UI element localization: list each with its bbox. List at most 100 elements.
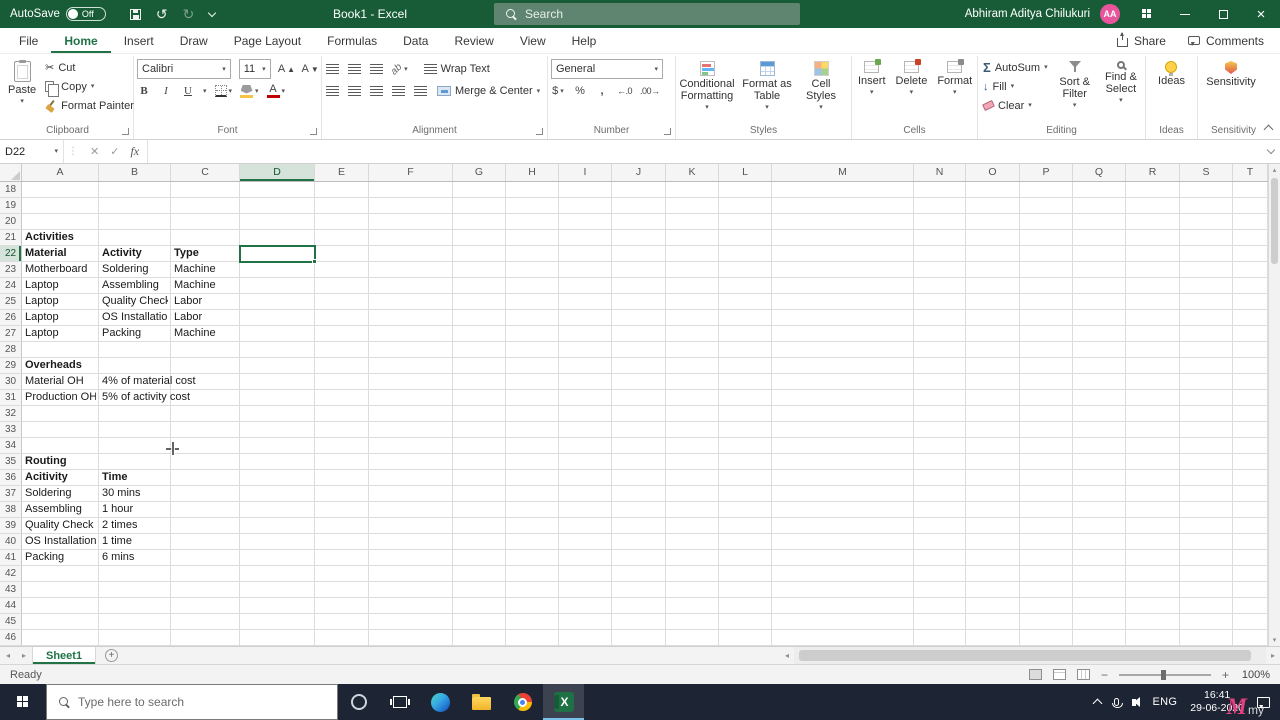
cell-K42[interactable]	[666, 566, 719, 582]
cell-D18[interactable]	[240, 182, 315, 198]
tab-page-layout[interactable]: Page Layout	[221, 28, 314, 53]
cell-P31[interactable]	[1020, 390, 1073, 406]
cell-T21[interactable]	[1233, 230, 1268, 246]
taskbar-excel[interactable]	[543, 684, 584, 720]
cell-C33[interactable]	[171, 422, 240, 438]
cell-K35[interactable]	[666, 454, 719, 470]
name-box[interactable]: ▾	[0, 140, 64, 163]
cell-M31[interactable]	[772, 390, 914, 406]
cell-B21[interactable]	[99, 230, 171, 246]
cell-G22[interactable]	[453, 246, 506, 262]
cell-B40[interactable]: 1 time	[99, 534, 171, 550]
cell-F36[interactable]	[369, 470, 453, 486]
cell-C40[interactable]	[171, 534, 240, 550]
task-view-button[interactable]	[379, 684, 420, 720]
column-header-O[interactable]: O	[966, 164, 1020, 181]
cell-N42[interactable]	[914, 566, 966, 582]
row-header-44[interactable]: 44	[0, 598, 22, 614]
autosave-toggle[interactable]: AutoSave Off	[0, 7, 116, 21]
cell-H43[interactable]	[506, 582, 559, 598]
zoom-thumb[interactable]	[1160, 669, 1166, 680]
cell-J30[interactable]	[612, 374, 666, 390]
cell-L26[interactable]	[719, 310, 772, 326]
cell-A31[interactable]: Production OH	[22, 390, 99, 406]
cell-E25[interactable]	[315, 294, 369, 310]
cell-R24[interactable]	[1126, 278, 1180, 294]
comma-style-button[interactable]: ,	[595, 85, 609, 97]
cell-O32[interactable]	[966, 406, 1020, 422]
fill-handle[interactable]	[312, 259, 317, 264]
cell-N28[interactable]	[914, 342, 966, 358]
cell-I29[interactable]	[559, 358, 612, 374]
cell-F19[interactable]	[369, 198, 453, 214]
cell-R33[interactable]	[1126, 422, 1180, 438]
cell-M39[interactable]	[772, 518, 914, 534]
cell-K28[interactable]	[666, 342, 719, 358]
cell-P21[interactable]	[1020, 230, 1073, 246]
sheet-nav-left-icon[interactable]: ◂	[0, 647, 16, 664]
cell-A33[interactable]	[22, 422, 99, 438]
cell-A21[interactable]: Activities	[22, 230, 99, 246]
cell-A25[interactable]: Laptop	[22, 294, 99, 310]
cell-N46[interactable]	[914, 630, 966, 646]
cell-L37[interactable]	[719, 486, 772, 502]
cell-I46[interactable]	[559, 630, 612, 646]
cell-I37[interactable]	[559, 486, 612, 502]
cell-T29[interactable]	[1233, 358, 1268, 374]
cell-S32[interactable]	[1180, 406, 1233, 422]
cell-M34[interactable]	[772, 438, 914, 454]
cell-G27[interactable]	[453, 326, 506, 342]
cell-C34[interactable]	[171, 438, 240, 454]
cell-D30[interactable]	[240, 374, 315, 390]
cell-P26[interactable]	[1020, 310, 1073, 326]
cell-G21[interactable]	[453, 230, 506, 246]
cell-I34[interactable]	[559, 438, 612, 454]
cell-Q23[interactable]	[1073, 262, 1126, 278]
cell-J32[interactable]	[612, 406, 666, 422]
cell-I20[interactable]	[559, 214, 612, 230]
cell-M18[interactable]	[772, 182, 914, 198]
cell-O23[interactable]	[966, 262, 1020, 278]
row-header-19[interactable]: 19	[0, 198, 22, 214]
cell-J29[interactable]	[612, 358, 666, 374]
cell-O26[interactable]	[966, 310, 1020, 326]
redo-button[interactable]: ↻	[183, 7, 195, 21]
cell-K37[interactable]	[666, 486, 719, 502]
cell-H27[interactable]	[506, 326, 559, 342]
cell-F22[interactable]	[369, 246, 453, 262]
cell-I44[interactable]	[559, 598, 612, 614]
cell-A28[interactable]	[22, 342, 99, 358]
tab-review[interactable]: Review	[441, 28, 506, 53]
cell-A22[interactable]: Material	[22, 246, 99, 262]
cell-N36[interactable]	[914, 470, 966, 486]
cell-Q27[interactable]	[1073, 326, 1126, 342]
cell-Q32[interactable]	[1073, 406, 1126, 422]
cell-T43[interactable]	[1233, 582, 1268, 598]
sort-filter-button[interactable]: Sort & Filter ▾	[1054, 58, 1096, 112]
number-format-combo[interactable]: General ▾	[551, 59, 663, 79]
cell-Q45[interactable]	[1073, 614, 1126, 630]
cell-B32[interactable]	[99, 406, 171, 422]
cell-R21[interactable]	[1126, 230, 1180, 246]
cell-P40[interactable]	[1020, 534, 1073, 550]
cell-L38[interactable]	[719, 502, 772, 518]
cell-E24[interactable]	[315, 278, 369, 294]
cell-G39[interactable]	[453, 518, 506, 534]
cell-P23[interactable]	[1020, 262, 1073, 278]
row-header-45[interactable]: 45	[0, 614, 22, 630]
cell-T20[interactable]	[1233, 214, 1268, 230]
vertical-scroll-thumb[interactable]	[1271, 178, 1278, 264]
cell-L34[interactable]	[719, 438, 772, 454]
cell-R38[interactable]	[1126, 502, 1180, 518]
cell-E37[interactable]	[315, 486, 369, 502]
cell-K23[interactable]	[666, 262, 719, 278]
cell-Q18[interactable]	[1073, 182, 1126, 198]
row-header-28[interactable]: 28	[0, 342, 22, 358]
cell-F23[interactable]	[369, 262, 453, 278]
cell-R36[interactable]	[1126, 470, 1180, 486]
cell-T37[interactable]	[1233, 486, 1268, 502]
cell-K25[interactable]	[666, 294, 719, 310]
horizontal-scroll-thumb[interactable]	[799, 650, 1251, 661]
cell-G40[interactable]	[453, 534, 506, 550]
increase-decimal-button[interactable]: ←.0	[617, 86, 633, 96]
